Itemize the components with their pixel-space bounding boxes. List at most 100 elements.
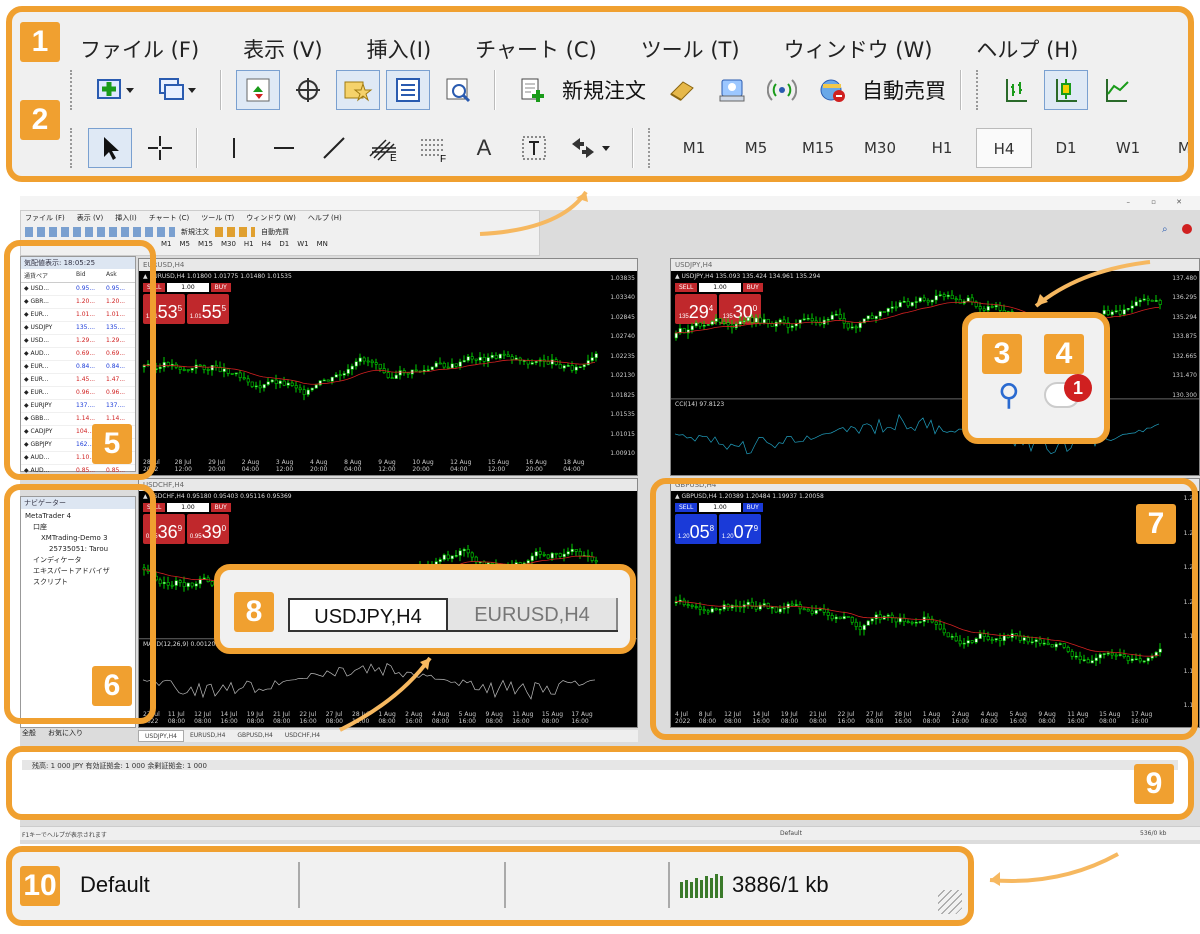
autotrading-icon[interactable] [810, 70, 854, 110]
bar-chart-icon[interactable] [994, 70, 1038, 110]
price-tick: 136.295 [1172, 294, 1197, 302]
chart-window-eurusd[interactable]: EURUSD,H4 ▲ EURUSD,H4 1.01800 1.01775 1.0… [138, 258, 638, 476]
new-order-label[interactable]: 新規注文 [562, 75, 646, 105]
cursor-icon[interactable] [88, 128, 132, 168]
mini-menu-tools[interactable]: ツール (T) [201, 213, 234, 223]
line-chart-icon[interactable] [1094, 70, 1138, 110]
menu-insert[interactable]: 挿入(I) [345, 20, 454, 66]
trendline-icon[interactable] [312, 128, 356, 168]
mini-menu-chart[interactable]: チャート (C) [149, 213, 190, 223]
mini-menu-file[interactable]: ファイル (F) [25, 213, 65, 223]
price-tick: 1.02235 [610, 352, 635, 360]
mini-tf-w1[interactable]: W1 [297, 240, 308, 248]
vertical-line-icon[interactable] [212, 128, 256, 168]
time-tick: 1 Aug 08:00 [378, 711, 396, 725]
mini-tab-gbpusd[interactable]: GBPUSD,H4 [231, 730, 278, 742]
mini-menu-insert[interactable]: 挿入(I) [115, 213, 137, 223]
mini-search-icon[interactable]: ⌕ [1162, 224, 1168, 235]
toolbar-grip [70, 128, 74, 168]
callout-number-3: 3 [982, 334, 1022, 374]
menu-window[interactable]: ウィンドウ (W) [762, 20, 955, 66]
time-tick: 28 Jul 12:00 [174, 459, 192, 473]
account-icon[interactable] [710, 70, 754, 110]
nav-tab-common[interactable]: 全般 [22, 728, 36, 738]
timeframe-m30[interactable]: M30 [852, 128, 908, 168]
price-tick: 1.03835 [610, 275, 635, 282]
mini-tf-d1[interactable]: D1 [279, 240, 289, 248]
mini-menu-view[interactable]: 表示 (V) [77, 213, 103, 223]
separator [632, 128, 634, 168]
timeframe-d1[interactable]: D1 [1038, 128, 1094, 168]
time-tick: 17 Aug 16:00 [571, 711, 593, 725]
timeframe-w1[interactable]: W1 [1100, 128, 1156, 168]
toolbar-grip [976, 70, 980, 110]
mini-tf-h4[interactable]: H4 [262, 240, 272, 248]
new-order-icon[interactable] [510, 70, 554, 110]
navigator-tabs: 全般 お気に入り [22, 728, 83, 738]
text-label-icon[interactable] [512, 128, 556, 168]
mini-menu-window[interactable]: ウィンドウ (W) [246, 213, 296, 223]
data-window-icon[interactable] [286, 70, 330, 110]
timeframe-m5[interactable]: M5 [728, 128, 784, 168]
time-tick: 4 Aug 20:00 [310, 459, 328, 473]
terminal-icon[interactable] [386, 70, 430, 110]
market-watch-icon[interactable] [236, 70, 280, 110]
mini-tf-h1[interactable]: H1 [244, 240, 254, 248]
time-tick: 10 Aug 20:00 [412, 459, 434, 473]
navigator-icon[interactable] [336, 70, 380, 110]
mini-tf-m5[interactable]: M5 [180, 240, 191, 248]
timeframe-h1[interactable]: H1 [914, 128, 970, 168]
menu-chart[interactable]: チャート (C) [453, 20, 619, 66]
mini-tf-m15[interactable]: M15 [198, 240, 213, 248]
chart-callout [650, 478, 1198, 740]
timeframe-m1[interactable]: M1 [666, 128, 722, 168]
mini-tab-eurusd[interactable]: EURUSD,H4 [184, 730, 231, 742]
time-tick: 3 Aug 12:00 [275, 459, 294, 473]
line-studies-toolbar: E F A M1 M5 M15 M30 H1 H4 D1 W1 MN [70, 128, 1188, 168]
tab-eurusd[interactable]: EURUSD,H4 [448, 598, 618, 632]
signals-icon[interactable] [760, 70, 804, 110]
timeframe-h4[interactable]: H4 [976, 128, 1032, 168]
menu-file[interactable]: ファイル (F) [58, 20, 221, 66]
timeframe-mn[interactable]: MN [1162, 128, 1188, 168]
mini-notification-icon[interactable] [1182, 224, 1192, 234]
profiles-icon[interactable] [150, 70, 206, 110]
horizontal-line-icon[interactable] [262, 128, 306, 168]
new-chart-icon[interactable] [88, 70, 144, 110]
mini-tab-usdchf[interactable]: USDCHF,H4 [279, 730, 326, 742]
text-tool-icon[interactable]: A [462, 128, 506, 168]
metaeditor-icon[interactable] [660, 70, 704, 110]
menu-help[interactable]: ヘルプ (H) [954, 20, 1100, 66]
timeframe-m15[interactable]: M15 [790, 128, 846, 168]
chart-window-usdjpy[interactable]: USDJPY,H4 ▲ USDJPY,H4 135.093 135.424 134… [670, 258, 1200, 476]
navigator-callout [4, 484, 156, 724]
menu-view[interactable]: 表示 (V) [221, 20, 344, 66]
search-icon[interactable]: ⚲ [998, 378, 1020, 413]
mini-toolbar-icons[interactable] [25, 227, 175, 237]
menu-tools[interactable]: ツール (T) [619, 20, 762, 66]
autotrading-label[interactable]: 自動売買 [862, 75, 946, 105]
mini-tf-mn[interactable]: MN [317, 240, 328, 248]
svg-text:E: E [390, 153, 397, 162]
mini-new-order-label[interactable]: 新規注文 [181, 227, 209, 237]
mini-menu-help[interactable]: ヘルプ (H) [308, 213, 342, 223]
crosshair-icon[interactable] [138, 128, 182, 168]
mini-status-profile: Default [780, 830, 802, 837]
nav-tab-favorites[interactable]: お気に入り [48, 728, 83, 738]
candlestick-chart-icon[interactable] [1044, 70, 1088, 110]
price-tick: 132.665 [1172, 352, 1197, 360]
terminal-callout: 残高: 1 000 JPY 有効証拠金: 1 000 余剰証拠金: 1 000 [6, 746, 1194, 820]
mini-tf-m1[interactable]: M1 [161, 240, 172, 248]
mini-tab-usdjpy[interactable]: USDJPY,H4 [138, 730, 184, 742]
resize-grip-icon[interactable] [938, 890, 962, 914]
mini-autotrade-label[interactable]: 自動売買 [261, 227, 289, 237]
mini-toolbar-icons-2[interactable] [215, 227, 255, 237]
time-tick: 28 Jul 16:00 [352, 711, 370, 725]
equidistant-channel-icon[interactable]: E [362, 128, 406, 168]
tab-usdjpy[interactable]: USDJPY,H4 [288, 598, 448, 632]
mini-tf-m30[interactable]: M30 [221, 240, 236, 248]
arrows-dropdown-icon[interactable] [562, 128, 618, 168]
status-traffic: 3886/1 kb [732, 872, 829, 897]
strategy-tester-icon[interactable] [436, 70, 480, 110]
fibonacci-icon[interactable]: F [412, 128, 456, 168]
